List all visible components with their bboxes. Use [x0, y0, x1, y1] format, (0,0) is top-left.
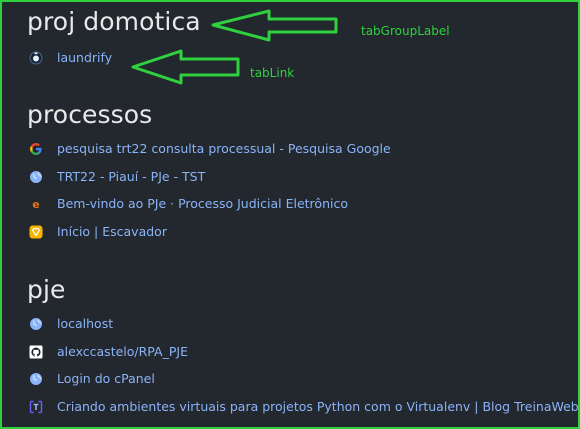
tab-link-pointer-arrow	[131, 49, 240, 85]
tab-link-annotation: tabLink	[250, 66, 295, 80]
tab-group-label-annotation: tabGroupLabel	[361, 24, 450, 38]
